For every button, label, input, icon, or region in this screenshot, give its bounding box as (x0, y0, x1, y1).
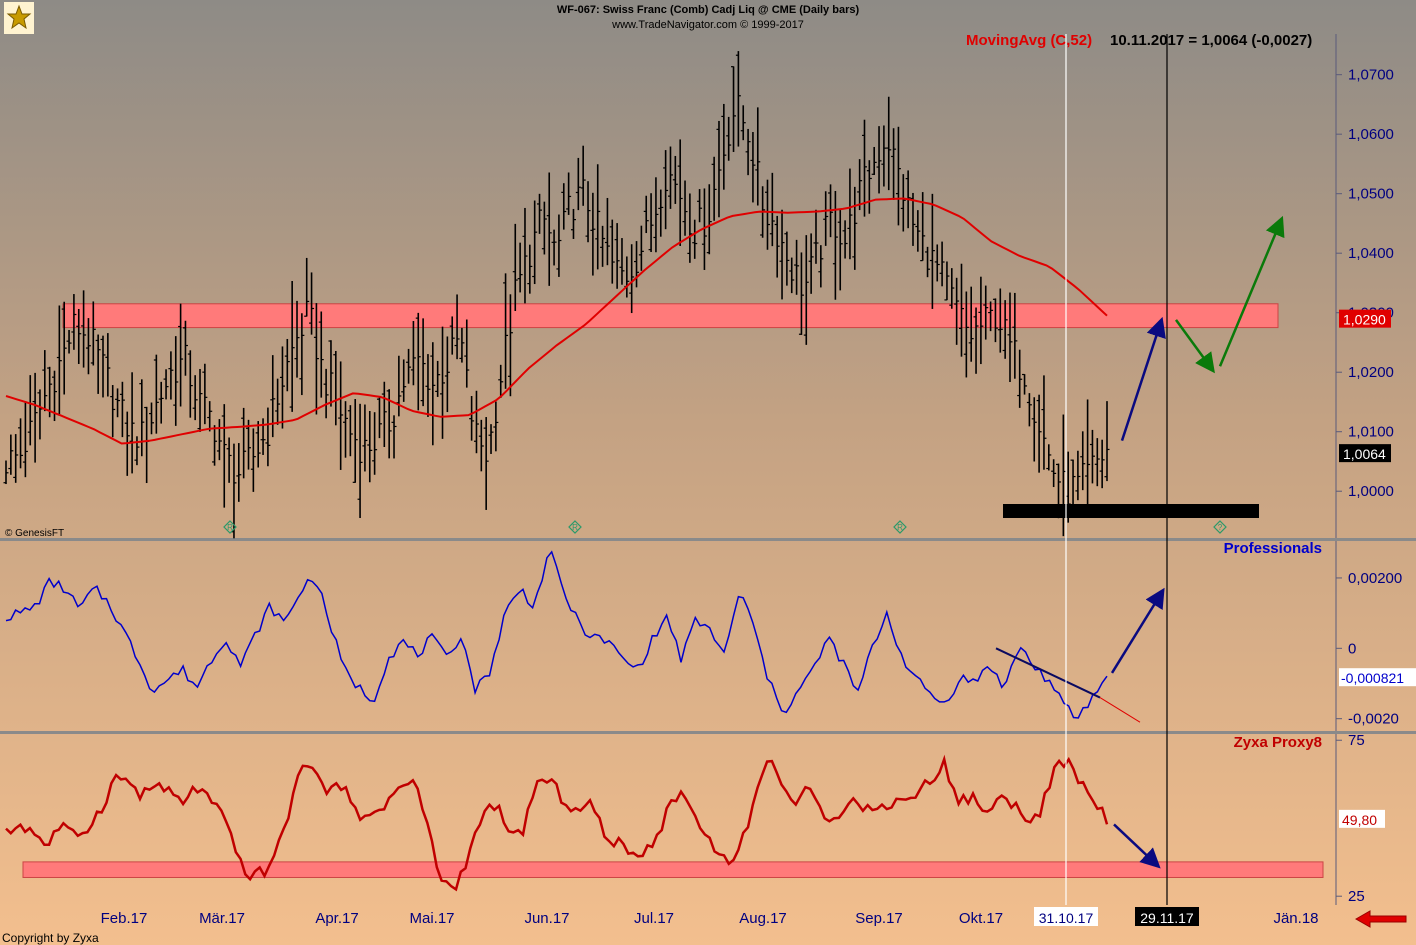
price-tick-label: 1,0400 (1348, 245, 1394, 262)
resistance-zone-rect (62, 303, 1279, 329)
pro-tick-label: -0,0020 (1348, 711, 1399, 728)
separator-price-professionals (0, 538, 1416, 541)
footer-copyright: Copyright by Zyxa (2, 931, 99, 945)
price-tick-label: 1,0200 (1348, 364, 1394, 381)
pro-tick-label: 0 (1348, 640, 1356, 657)
zyxa-zone-rect (22, 861, 1324, 878)
x-tick-label: 31.10.17 (1039, 910, 1094, 926)
x-tick-label: Mär.17 (199, 910, 245, 927)
last-price-label: 1,0064 (1343, 446, 1386, 462)
pro-tick-label: 0,00200 (1348, 570, 1402, 587)
zyxa-zone (22, 861, 1324, 878)
x-tick-label: Sep.17 (855, 910, 903, 927)
zyxa-tick-label: 25 (1348, 888, 1365, 905)
logo-icon (4, 2, 34, 34)
price-readout: 10.11.2017 = 1,0064 (-0,0027) (1110, 32, 1312, 49)
price-tick-label: 1,0700 (1348, 67, 1394, 84)
x-tick-label: Aug.17 (739, 910, 787, 927)
x-tick-label: 29.11.17 (1140, 910, 1194, 926)
chart-canvas: WF-067: Swiss Franc (Comb) Cadj Liq @ CM… (0, 0, 1416, 945)
svg-text:R: R (897, 523, 903, 532)
zyxa-label: Zyxa Proxy8 (1234, 734, 1322, 751)
support-bar (1003, 504, 1259, 518)
pro-last-value-label: -0,000821 (1341, 670, 1404, 686)
price-tick-label: 1,0600 (1348, 126, 1394, 143)
separator-professionals-zyxa (0, 731, 1416, 734)
genesis-copyright: © GenesisFT (5, 528, 64, 539)
resistance-zone (62, 303, 1279, 329)
price-tick-label: 1,0500 (1348, 186, 1394, 203)
svg-text:?: ? (1218, 523, 1223, 532)
price-tick-label: 1,0000 (1348, 483, 1394, 500)
x-tick-label: Jul.17 (634, 910, 674, 927)
chart-title: WF-067: Swiss Franc (Comb) Cadj Liq @ CM… (557, 4, 860, 16)
svg-text:R: R (227, 523, 233, 532)
x-tick-label: Mai.17 (409, 910, 454, 927)
zone-value-label: 1,0290 (1343, 312, 1386, 328)
x-tick-label: Apr.17 (315, 910, 358, 927)
chart-subtitle: www.TradeNavigator.com © 1999-2017 (611, 19, 804, 31)
price-tick-label: 1,0100 (1348, 424, 1394, 441)
x-tick-label: Feb.17 (101, 910, 148, 927)
x-tick-label: Jän.18 (1273, 910, 1318, 927)
zyxa-last-value-label: 49,80 (1342, 812, 1377, 828)
x-tick-label: Okt.17 (959, 910, 1003, 927)
zyxa-tick-label: 75 (1348, 732, 1365, 749)
x-tick-label: Jun.17 (524, 910, 569, 927)
moving-avg-label: MovingAvg (C,52) (966, 32, 1092, 49)
svg-text:R: R (572, 523, 578, 532)
professionals-label: Professionals (1224, 540, 1322, 557)
